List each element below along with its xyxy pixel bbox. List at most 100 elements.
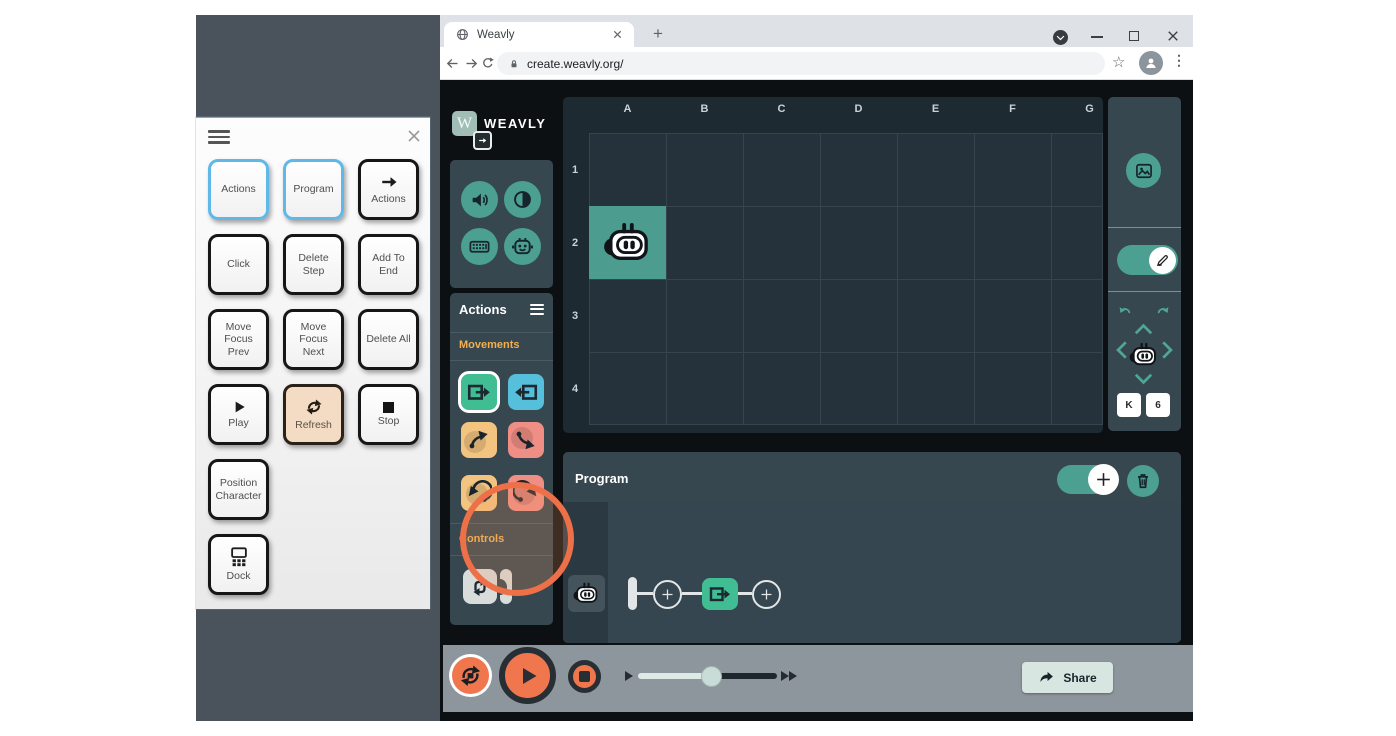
avatar[interactable] — [1139, 51, 1163, 75]
bookmark-star-icon[interactable]: ☆ — [1112, 53, 1125, 71]
menu-button-click[interactable]: Click — [208, 234, 269, 295]
playback-bar: Share — [443, 645, 1193, 712]
move-right-chevron[interactable] — [1162, 340, 1174, 361]
grid-cell-F1[interactable] — [975, 134, 1052, 207]
add-step-node-1[interactable] — [653, 580, 682, 609]
undo-icon[interactable] — [1116, 305, 1134, 320]
menu-button-refresh[interactable]: Refresh — [283, 384, 344, 445]
robot-character[interactable] — [603, 222, 653, 264]
program-start-handle[interactable] — [628, 577, 637, 610]
grid-cell-A3[interactable] — [590, 280, 667, 353]
slider-thumb[interactable] — [701, 665, 722, 687]
grid-cell-A1[interactable] — [590, 134, 667, 207]
grid-cell-A4[interactable] — [590, 353, 667, 424]
position-column-input[interactable]: K — [1117, 393, 1141, 417]
trash-icon — [1133, 471, 1153, 491]
menu-button-play[interactable]: Play — [208, 384, 269, 445]
block-backward[interactable] — [508, 374, 544, 410]
delete-program-button[interactable] — [1127, 465, 1159, 497]
grid-column-labels: A B C D E F G — [589, 103, 1103, 115]
grid-cell-D1[interactable] — [821, 134, 898, 207]
grid-cell-G1[interactable] — [1052, 134, 1102, 207]
menu-button-move-focus-next[interactable]: Move Focus Next — [283, 309, 344, 370]
grid-cell-B1[interactable] — [667, 134, 744, 207]
grid-cell-F3[interactable] — [975, 280, 1052, 353]
window-minimize-button[interactable] — [1091, 36, 1103, 38]
grid-cell-C1[interactable] — [744, 134, 821, 207]
grid-cell-B2[interactable] — [667, 207, 744, 280]
block-turn-right-45[interactable] — [508, 422, 544, 458]
grid-cell-F4[interactable] — [975, 353, 1052, 424]
grid-cell-C3[interactable] — [744, 280, 821, 353]
play-button[interactable] — [499, 647, 556, 704]
back-icon[interactable] — [445, 56, 460, 71]
menu-button-dock[interactable]: Dock — [208, 534, 269, 595]
reload-icon[interactable] — [481, 56, 495, 70]
program-step-forward[interactable] — [702, 578, 738, 610]
sound-button[interactable] — [461, 181, 498, 218]
browser-tab[interactable]: Weavly — [444, 22, 634, 47]
grid-cell-G2[interactable] — [1052, 207, 1102, 280]
character-select-button[interactable] — [504, 228, 541, 265]
redo-icon[interactable] — [1154, 305, 1172, 320]
menu-button-position-character[interactable]: Position Character — [208, 459, 269, 520]
faster-icon — [789, 671, 797, 681]
new-tab-button[interactable]: + — [648, 24, 668, 44]
grid-cell-C4[interactable] — [744, 353, 821, 424]
move-up-chevron[interactable] — [1133, 323, 1154, 335]
grid-cell-E3[interactable] — [898, 280, 975, 353]
block-turn-left-90[interactable] — [461, 475, 497, 511]
menu-close-icon[interactable] — [407, 129, 421, 143]
add-node-toggle[interactable] — [1057, 464, 1119, 495]
browser-update-badge[interactable] — [1053, 30, 1068, 45]
menu-button-stop[interactable]: Stop — [358, 384, 419, 445]
move-down-chevron[interactable] — [1133, 373, 1154, 385]
address-bar[interactable]: create.weavly.org/ — [497, 52, 1105, 75]
block-turn-right-90[interactable] — [508, 475, 544, 511]
window-close-button[interactable] — [1167, 30, 1179, 42]
contrast-button[interactable] — [504, 181, 541, 218]
program-character-tab[interactable] — [568, 575, 605, 612]
position-row-input[interactable]: 6 — [1146, 393, 1170, 417]
menu-button-program[interactable]: Program — [283, 159, 344, 220]
window-maximize-button[interactable] — [1129, 31, 1139, 41]
stop-button[interactable] — [568, 660, 601, 693]
grid-cell-F2[interactable] — [975, 207, 1052, 280]
menu-hamburger-icon[interactable] — [208, 127, 230, 147]
grid-cell-G3[interactable] — [1052, 280, 1102, 353]
grid-cell-D2[interactable] — [821, 207, 898, 280]
block-turn-left-45[interactable] — [461, 422, 497, 458]
grid-cell-G4[interactable] — [1052, 353, 1102, 424]
actions-panel-title: Actions — [459, 302, 507, 317]
grid-cell-D4[interactable] — [821, 353, 898, 424]
menu-button-goto-actions[interactable]: Actions — [358, 159, 419, 220]
grid-cell-E4[interactable] — [898, 353, 975, 424]
reset-button[interactable] — [449, 654, 492, 697]
grid-cell-B4[interactable] — [667, 353, 744, 424]
background-picker-button[interactable] — [1126, 153, 1161, 188]
keyboard-shortcuts-button[interactable] — [461, 228, 498, 265]
grid-cell-E1[interactable] — [898, 134, 975, 207]
grid-cell-D3[interactable] — [821, 280, 898, 353]
menu-button-move-focus-prev[interactable]: Move Focus Prev — [208, 309, 269, 370]
share-button[interactable]: Share — [1022, 662, 1113, 693]
add-step-node-2[interactable] — [752, 580, 781, 609]
block-forward[interactable] — [458, 371, 500, 413]
button-label: Actions — [371, 193, 406, 206]
divider — [1108, 227, 1181, 228]
pen-toggle[interactable] — [1117, 245, 1178, 275]
tab-close-icon[interactable] — [613, 30, 622, 39]
grid-cell-B3[interactable] — [667, 280, 744, 353]
grid-cell-E2[interactable] — [898, 207, 975, 280]
menu-button-delete-all[interactable]: Delete All — [358, 309, 419, 370]
grid-cell-C2[interactable] — [744, 207, 821, 280]
menu-button-add-to-end[interactable]: Add To End — [358, 234, 419, 295]
move-left-chevron[interactable] — [1116, 340, 1128, 361]
menu-button-delete-step[interactable]: Delete Step — [283, 234, 344, 295]
character-cell-A2[interactable] — [589, 206, 666, 279]
browser-menu-icon[interactable]: ⋮ — [1172, 52, 1186, 69]
forward-icon[interactable] — [464, 56, 479, 71]
actions-panel-menu-icon[interactable] — [530, 301, 544, 317]
menu-button-actions[interactable]: Actions — [208, 159, 269, 220]
speed-slider[interactable] — [638, 665, 777, 687]
